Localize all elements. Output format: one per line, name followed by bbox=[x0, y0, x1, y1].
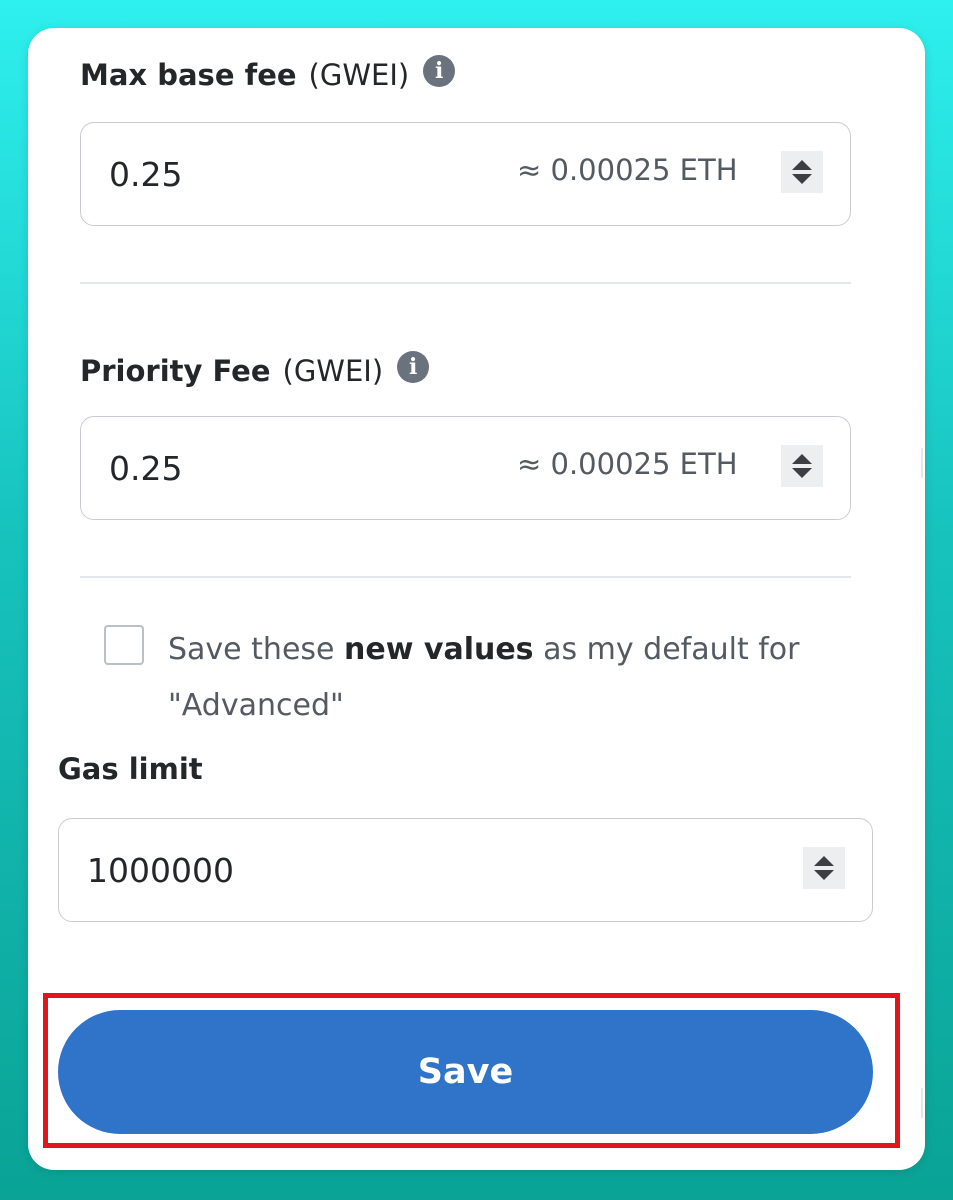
increment-arrow-icon[interactable] bbox=[792, 454, 812, 464]
priority-fee-title: Priority Fee bbox=[80, 354, 271, 388]
gas-limit-label: Gas limit bbox=[58, 752, 203, 786]
max-base-fee-value[interactable]: 0.25 bbox=[109, 123, 182, 225]
gas-limit-value[interactable]: 1000000 bbox=[87, 819, 234, 921]
save-default-label[interactable]: Save these new values as my default for … bbox=[168, 622, 800, 734]
save-button[interactable]: Save bbox=[58, 1010, 873, 1134]
gas-limit-stepper-icon[interactable] bbox=[803, 847, 845, 889]
max-base-fee-eth-approx: ≈ 0.00025 ETH bbox=[517, 153, 738, 187]
priority-fee-eth-approx: ≈ 0.00025 ETH bbox=[517, 447, 738, 481]
priority-fee-stepper-icon[interactable] bbox=[781, 445, 823, 487]
save-default-text-line2: "Advanced" bbox=[168, 688, 344, 723]
save-default-checkbox[interactable] bbox=[104, 625, 144, 665]
increment-arrow-icon[interactable] bbox=[814, 856, 834, 866]
info-icon[interactable]: i bbox=[397, 351, 430, 383]
priority-fee-unit: (GWEI) bbox=[282, 354, 384, 388]
gas-limit-title: Gas limit bbox=[58, 752, 203, 786]
max-base-fee-input[interactable]: 0.25 ≈ 0.00025 ETH bbox=[80, 122, 851, 226]
scroll-edge bbox=[921, 448, 923, 478]
max-base-fee-stepper-icon[interactable] bbox=[781, 151, 823, 193]
max-base-fee-label: Max base fee (GWEI) i bbox=[80, 55, 456, 92]
increment-arrow-icon[interactable] bbox=[792, 160, 812, 170]
divider bbox=[80, 282, 851, 284]
priority-fee-input[interactable]: 0.25 ≈ 0.00025 ETH bbox=[80, 416, 851, 520]
decrement-arrow-icon[interactable] bbox=[814, 870, 834, 880]
save-default-text-after: as my default for bbox=[533, 632, 800, 667]
max-base-fee-title: Max base fee bbox=[80, 58, 297, 92]
priority-fee-value[interactable]: 0.25 bbox=[109, 417, 182, 519]
max-base-fee-unit: (GWEI) bbox=[308, 58, 410, 92]
save-default-text-bold: new values bbox=[344, 632, 534, 667]
info-icon[interactable]: i bbox=[423, 55, 456, 87]
divider bbox=[80, 576, 851, 578]
priority-fee-label: Priority Fee (GWEI) i bbox=[80, 351, 430, 388]
decrement-arrow-icon[interactable] bbox=[792, 174, 812, 184]
scroll-edge bbox=[921, 1088, 923, 1118]
gas-limit-input[interactable]: 1000000 bbox=[58, 818, 873, 922]
save-default-text-before: Save these bbox=[168, 632, 345, 667]
decrement-arrow-icon[interactable] bbox=[792, 468, 812, 478]
